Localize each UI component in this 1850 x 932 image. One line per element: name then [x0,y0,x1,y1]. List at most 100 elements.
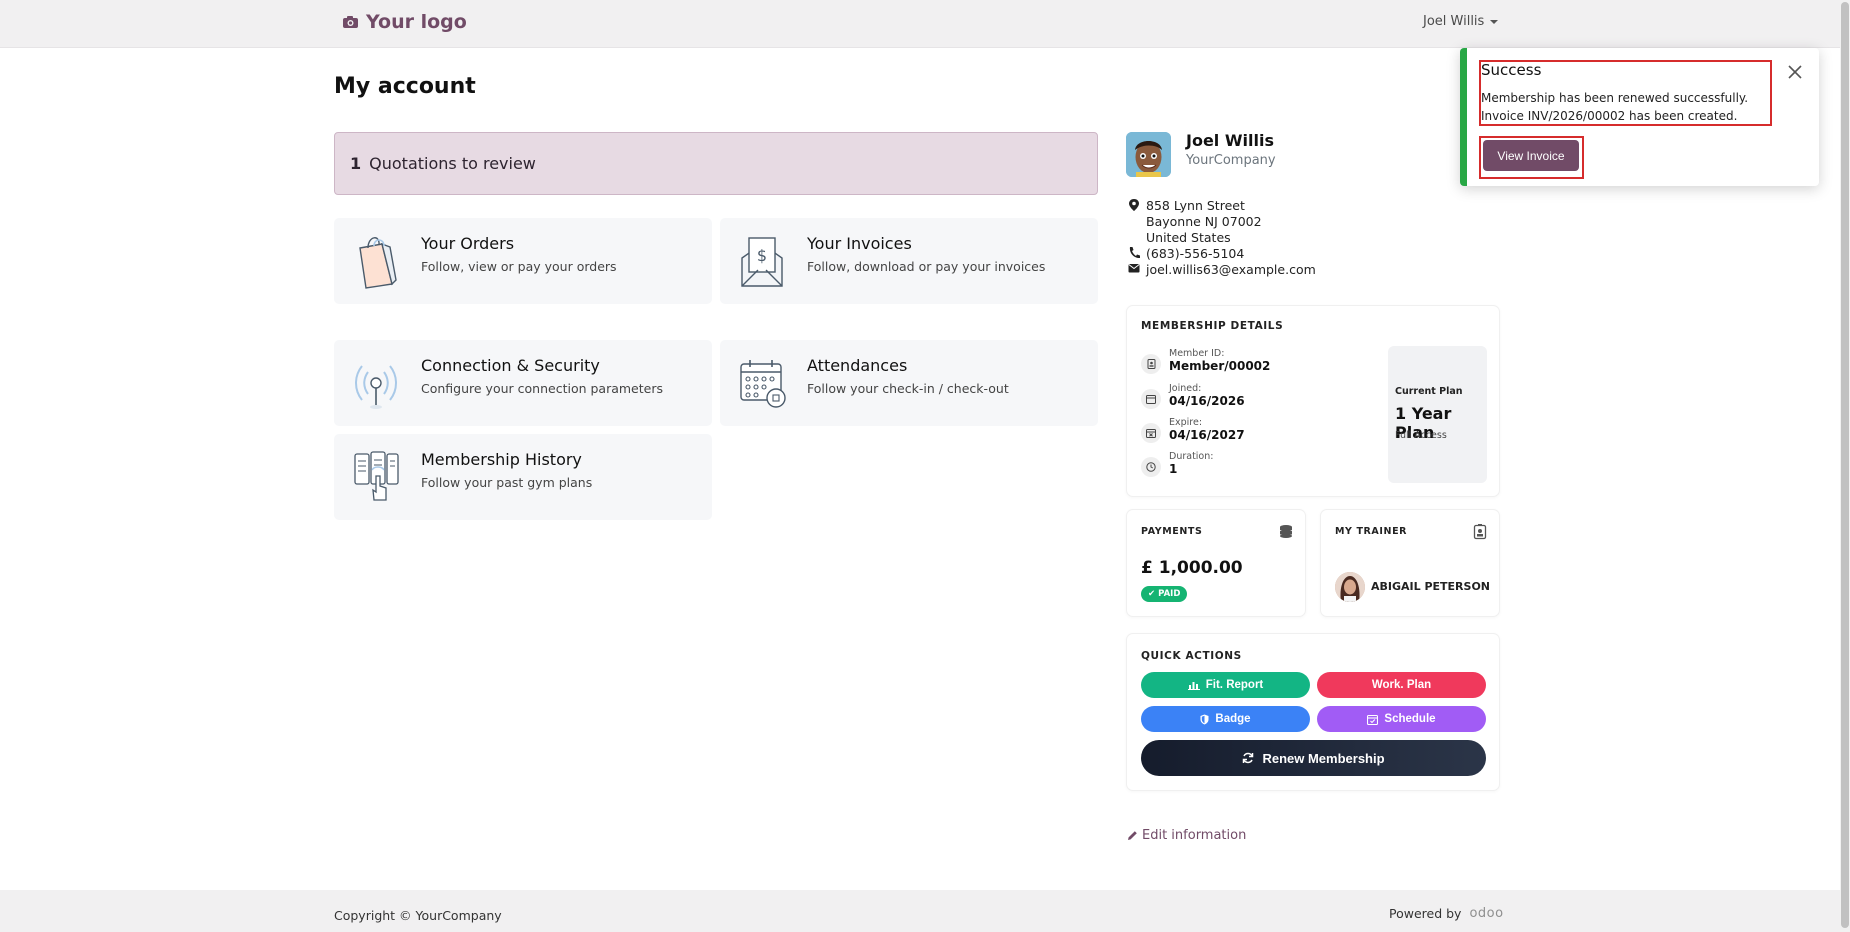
svg-text:$: $ [757,246,767,265]
membership-details-title: MEMBERSHIP DETAILS [1141,320,1284,332]
duration-item: Duration: 1 [1141,451,1301,483]
edit-information-link[interactable]: Edit information [1127,828,1246,843]
user-name: Joel Willis [1423,14,1485,29]
current-plan-access: Full Access [1395,430,1447,441]
logo-text: Your logo [366,11,467,33]
calendar-check-icon [1367,714,1379,725]
membership-details-panel: MEMBERSHIP DETAILS Member ID: Member/000… [1127,306,1499,496]
badge-label: Badge [1215,713,1251,725]
schedule-label: Schedule [1384,713,1436,725]
copyright-text: Copyright © YourCompany [334,908,502,923]
member-id-label: Member ID: [1169,348,1225,359]
camera-icon [343,16,358,28]
shopping-bag-icon [359,237,397,289]
toast-success-bar [1460,48,1467,186]
phone-row: (683)-556-5104 [1128,246,1316,262]
address-line: United States [1146,230,1231,245]
bar-chart-icon [1187,682,1200,690]
card-title: Your Invoices [807,234,912,253]
invoice-envelope-icon: $ [741,237,783,287]
card-subtitle: Follow your past gym plans [421,475,593,490]
email-address[interactable]: joel.willis63@example.com [1146,262,1316,278]
toast-message-line: Membership has been renewed successfully… [1481,91,1749,105]
badge-button[interactable]: Badge [1141,706,1310,732]
scrollbar-thumb[interactable] [1841,2,1849,928]
user-avatar-icon [1126,132,1171,177]
id-badge-icon [1473,524,1487,540]
card-title: Connection & Security [421,356,600,375]
address-line: Bayonne NJ 07002 [1146,214,1262,229]
coins-stack-icon [1280,525,1292,538]
expire-label: Expire: [1169,417,1203,428]
clock-icon [1141,457,1161,477]
paid-label: PAID [1158,589,1181,599]
current-plan-label: Current Plan [1395,386,1463,397]
company-logo[interactable]: Your logo [342,11,467,33]
payments-title: PAYMENTS [1141,526,1203,537]
card-your-invoices[interactable]: $ Your Invoices Follow, download or pay … [720,218,1098,304]
work-plan-label: Work. Plan [1371,679,1432,691]
shield-icon [1200,714,1209,724]
payments-panel: PAYMENTS £ 1,000.00 ✔ PAID [1127,510,1305,616]
calendar-x-icon [1141,423,1161,443]
member-id-item: Member ID: Member/00002 [1141,348,1301,380]
card-subtitle: Configure your connection parameters [421,381,663,396]
view-invoice-button[interactable]: View Invoice [1483,140,1579,171]
address-row: 858 Lynn Street Bayonne NJ 07002 United … [1128,198,1316,246]
trainer-title: MY TRAINER [1335,526,1408,537]
refresh-icon [1243,752,1254,764]
work-plan-button[interactable]: Work. Plan [1317,672,1486,698]
joined-label: Joined: [1169,383,1202,394]
success-toast: Success Membership has been renewed succ… [1460,48,1819,186]
quotations-label: Quotations to review [369,154,536,173]
paid-badge: ✔ PAID [1141,586,1188,602]
powered-by[interactable]: Powered by odoo [1389,906,1504,921]
quotations-alert[interactable]: 1 Quotations to review [334,132,1098,195]
quotations-count: 1 [350,154,362,173]
card-connection-security[interactable]: Connection & Security Configure your con… [334,340,712,426]
quick-actions-title: QUICK ACTIONS [1141,650,1242,662]
vertical-scrollbar[interactable] [1840,0,1850,932]
expire-item: Expire: 04/16/2027 [1141,417,1301,449]
membership-history-icon [354,451,399,501]
quick-actions-panel: QUICK ACTIONS Fit. Report Work. Plan Bad… [1127,634,1499,790]
avatar [1126,132,1171,177]
profile-company: YourCompany [1186,153,1276,168]
check-icon: ✔ [1148,589,1156,599]
phone-number[interactable]: (683)-556-5104 [1146,246,1244,262]
trainer-name[interactable]: ABIGAIL PETERSON [1371,580,1490,593]
card-title: Membership History [421,450,582,469]
card-membership-history[interactable]: Membership History Follow your past gym … [334,434,712,520]
duration-label: Duration: [1169,451,1214,462]
duration-value: 1 [1169,462,1178,476]
caret-down-icon [1490,19,1499,24]
trainer-avatar [1335,572,1365,602]
antenna-icon [355,365,397,409]
current-plan-box: Current Plan 1 Year Plan Full Access [1388,346,1487,483]
schedule-button[interactable]: Schedule [1317,706,1486,732]
card-title: Your Orders [421,234,515,253]
top-navbar: Your logo Joel Willis [0,0,1850,48]
address-line: 858 Lynn Street [1146,198,1245,213]
odoo-brand-text: odoo [1469,906,1504,921]
joined-item: Joined: 04/16/2026 [1141,383,1301,415]
phone-icon [1129,247,1140,259]
payment-amount: £ 1,000.00 [1141,558,1243,578]
card-subtitle: Follow your check-in / check-out [807,381,1009,396]
toast-title: Success [1481,61,1542,79]
fit-report-button[interactable]: Fit. Report [1141,672,1310,698]
fit-report-label: Fit. Report [1205,679,1264,691]
toast-message-line: Invoice INV/2026/00002 has been created. [1481,109,1738,123]
user-menu-dropdown[interactable]: Joel Willis [1423,14,1499,29]
id-card-icon [1141,354,1161,374]
card-subtitle: Follow, download or pay your invoices [807,259,1046,274]
close-icon[interactable] [1785,62,1805,82]
renew-membership-label: Renew Membership [1262,750,1385,766]
renew-membership-button[interactable]: Renew Membership [1141,740,1486,776]
trainer-panel: MY TRAINER ABIGAIL PETERSON [1321,510,1499,616]
card-your-orders[interactable]: Your Orders Follow, view or pay your ord… [334,218,712,304]
edit-information-label: Edit information [1142,828,1247,843]
card-attendances[interactable]: Attendances Follow your check-in / check… [720,340,1098,426]
email-row: joel.willis63@example.com [1128,262,1316,278]
joined-value: 04/16/2026 [1169,394,1245,408]
